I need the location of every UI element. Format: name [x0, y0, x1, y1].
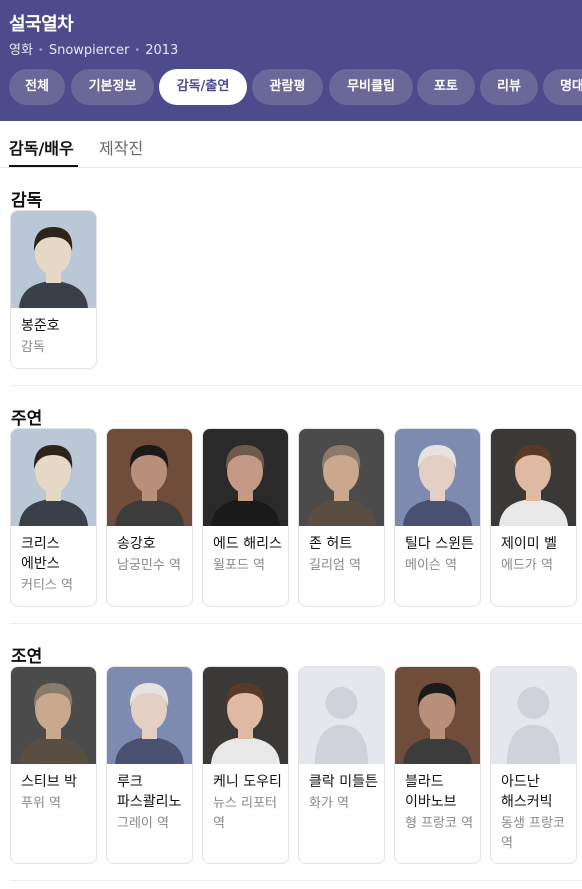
person-photo [203, 667, 288, 764]
person-role: 메이슨 역 [405, 558, 457, 573]
person-card[interactable]: 케니 도우티뉴스 리포터 역 [202, 666, 289, 864]
person-role: 푸위 역 [21, 796, 62, 811]
person-photo [107, 667, 192, 764]
person-role: 길리엄 역 [309, 558, 361, 573]
tab-all[interactable]: 전체 [9, 69, 65, 105]
person-name: 틸다 스윈튼 [405, 536, 474, 552]
section-divider [11, 385, 582, 386]
person-role: 동생 프랑코 역 [501, 816, 565, 851]
person-photo [395, 429, 480, 526]
subtab-cast[interactable]: 감독/배우 [9, 135, 74, 159]
tab-bar: 전체 기본정보 감독/출연 관람평 무비클립 포토 리뷰 명대사 [9, 69, 582, 105]
dot-separator: • [37, 45, 44, 56]
person-card[interactable]: 블라드 이바노브형 프랑코 역 [394, 666, 481, 864]
tab-basic-info[interactable]: 기본정보 [71, 69, 154, 105]
person-photo [11, 429, 96, 526]
section-title-director: 감독 [11, 191, 43, 211]
person-card[interactable]: 루크 파스콸리노그레이 역 [106, 666, 193, 864]
person-photo [11, 667, 96, 764]
person-card[interactable]: 봉준호감독 [10, 210, 97, 369]
person-card[interactable]: 스티브 박푸위 역 [10, 666, 97, 864]
person-name: 존 허트 [309, 536, 353, 552]
subtab-crew[interactable]: 제작진 [99, 135, 143, 159]
sub-tab-bar: 감독/배우 제작진 [0, 121, 582, 168]
person-card[interactable]: 아드난 해스커빅동생 프랑코 역 [490, 666, 577, 864]
person-role: 감독 [21, 340, 45, 355]
person-role: 에드가 역 [501, 558, 553, 573]
person-card[interactable]: 에드 해리스윌포드 역 [202, 428, 289, 607]
movie-title: 설국열차 [9, 14, 74, 35]
person-role: 형 프랑코 역 [405, 816, 474, 831]
section-title-supporting: 조연 [11, 647, 43, 667]
person-role: 커티스 역 [21, 578, 73, 593]
tab-photos[interactable]: 포토 [417, 69, 475, 105]
section-title-leads: 주연 [11, 409, 43, 429]
person-name: 에드 해리스 [213, 536, 282, 552]
tab-clips[interactable]: 무비클립 [329, 69, 413, 105]
person-name: 송강호 [117, 536, 156, 552]
section-divider [11, 623, 582, 624]
meta-year: 2013 [145, 43, 179, 58]
person-name: 아드난 해스커빅 [501, 774, 553, 810]
person-photo [395, 667, 480, 764]
person-name: 봉준호 [21, 318, 60, 334]
movie-meta: 영화 • Snowpiercer • 2013 [9, 39, 178, 58]
person-card[interactable]: 송강호남궁민수 역 [106, 428, 193, 607]
person-card[interactable]: 제이미 벨에드가 역 [490, 428, 577, 607]
meta-type: 영화 [9, 43, 33, 58]
person-photo [11, 211, 96, 308]
person-photo [107, 429, 192, 526]
tab-reviews[interactable]: 리뷰 [480, 69, 538, 105]
dot-separator: • [134, 45, 141, 56]
tab-quotes[interactable]: 명대사 [543, 69, 582, 105]
person-photo [491, 429, 576, 526]
person-name: 클락 미들튼 [309, 774, 378, 790]
placeholder-avatar-icon [299, 667, 384, 764]
tab-ratings[interactable]: 관람평 [252, 69, 323, 105]
person-card[interactable]: 클락 미들튼화가 역 [298, 666, 385, 864]
person-card[interactable]: 존 허트길리엄 역 [298, 428, 385, 607]
meta-english-title: Snowpiercer [48, 43, 130, 58]
person-role: 뉴스 리포터 역 [213, 796, 277, 831]
person-role: 윌포드 역 [213, 558, 265, 573]
person-name: 스티브 박 [21, 774, 77, 790]
placeholder-avatar-icon [491, 667, 576, 764]
tab-cast[interactable]: 감독/출연 [159, 69, 247, 105]
person-name: 케니 도우티 [213, 774, 282, 790]
person-card[interactable]: 틸다 스윈튼메이슨 역 [394, 428, 481, 607]
person-photo [299, 429, 384, 526]
section-divider [11, 880, 582, 881]
movie-header: 설국열차 영화 • Snowpiercer • 2013 전체 기본정보 감독/출연 관… [0, 0, 582, 121]
person-name: 블라드 이바노브 [405, 774, 457, 810]
person-card[interactable]: 크리스 에반스커티스 역 [10, 428, 97, 607]
person-photo [203, 429, 288, 526]
person-role: 남궁민수 역 [117, 558, 181, 573]
person-name: 크리스 에반스 [21, 536, 60, 572]
active-tab-indicator [9, 165, 78, 167]
person-name: 루크 파스콸리노 [117, 774, 182, 810]
person-name: 제이미 벨 [501, 536, 557, 552]
person-role: 화가 역 [309, 796, 350, 811]
person-role: 그레이 역 [117, 816, 169, 831]
